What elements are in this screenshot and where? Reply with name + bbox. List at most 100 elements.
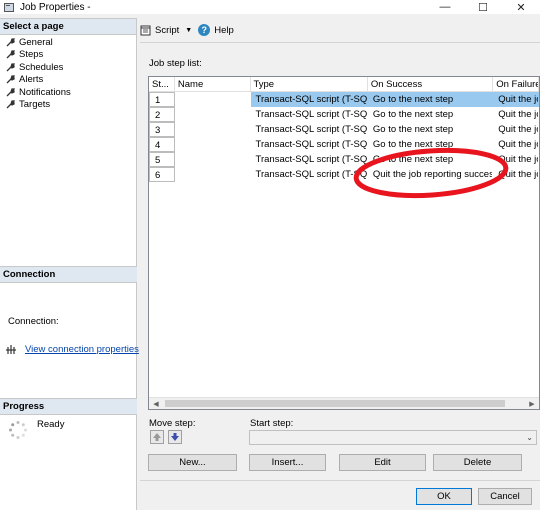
scroll-left-icon[interactable]: ◀ xyxy=(149,398,163,409)
connection-header: Connection xyxy=(0,266,137,283)
page-item-schedules[interactable]: Schedules xyxy=(6,61,136,74)
move-step-up-button[interactable] xyxy=(150,430,164,444)
type-cell: Transact-SQL script (T-SQL) xyxy=(255,124,368,135)
page-item-label: Alerts xyxy=(19,74,44,86)
on-success-cell: Go to the next step xyxy=(372,154,454,165)
table-row[interactable]: 3 Transact-SQL script (T-SQL) Go to the ne… xyxy=(149,122,539,137)
select-page-header: Select a page xyxy=(0,18,136,35)
grid-header: St... Name Type On Success On Failure xyxy=(149,77,539,92)
horizontal-scrollbar[interactable]: ◀ ▶ xyxy=(149,397,539,409)
grid-body: 1 Transact-SQL script (T-SQL) Go to the ne… xyxy=(149,92,539,182)
wrench-icon xyxy=(6,75,16,84)
on-failure-cell: Quit the job xyxy=(498,109,538,120)
on-success-cell: Go to the next step xyxy=(372,109,454,120)
on-success-cell: Go to the next step xyxy=(372,139,454,150)
page-item-notifications[interactable]: Notifications xyxy=(6,86,136,99)
page-item-label: Notifications xyxy=(19,86,71,98)
maximize-button[interactable]: ☐ xyxy=(464,0,502,14)
connection-section: Connection xyxy=(0,266,137,283)
step-cell: 5 xyxy=(149,152,175,167)
edit-step-button[interactable]: Edit xyxy=(339,454,426,471)
scroll-right-icon[interactable]: ▶ xyxy=(525,398,539,409)
name-cell xyxy=(175,137,251,152)
progress-spinner-icon xyxy=(9,421,27,439)
help-icon: ? xyxy=(198,24,211,36)
start-step-select[interactable]: ⌄ xyxy=(249,430,537,445)
table-row[interactable]: 1 Transact-SQL script (T-SQL) Go to the ne… xyxy=(149,92,539,107)
script-button[interactable]: Script ▼ xyxy=(140,25,192,36)
connection-link-row: View connection properties xyxy=(6,344,139,355)
on-failure-cell: Quit the job xyxy=(493,92,539,107)
wrench-icon xyxy=(6,50,16,59)
app-icon xyxy=(4,2,14,12)
ok-button[interactable]: OK xyxy=(416,488,472,505)
view-connection-properties-link[interactable]: View connection properties xyxy=(25,344,139,355)
chevron-down-icon[interactable]: ▼ xyxy=(185,27,192,34)
table-row[interactable]: 2 Transact-SQL script (T-SQL) Go to the ne… xyxy=(149,107,539,122)
arrow-up-icon xyxy=(153,433,161,441)
name-cell xyxy=(175,152,251,167)
column-header-type[interactable]: Type xyxy=(251,77,368,91)
name-cell xyxy=(174,92,251,107)
toolbar-divider xyxy=(140,42,540,43)
on-failure-cell: Quit the job xyxy=(498,124,538,135)
close-button[interactable]: ✕ xyxy=(502,0,540,14)
on-failure-cell: Quit the job xyxy=(498,169,538,180)
script-icon xyxy=(140,25,151,35)
scroll-thumb[interactable] xyxy=(165,400,505,407)
type-cell: Transact-SQL script (T-SQL) xyxy=(255,109,368,120)
window-title: Job Properties - xyxy=(20,1,91,13)
progress-section: Progress xyxy=(0,398,137,415)
type-cell: Transact-SQL script (T-SQL) xyxy=(255,169,368,180)
name-cell xyxy=(175,167,251,182)
connection-label: Connection: xyxy=(8,316,59,327)
footer-divider xyxy=(140,480,540,481)
arrow-down-icon xyxy=(171,433,179,441)
column-header-on-success[interactable]: On Success xyxy=(368,77,494,91)
on-failure-cell: Quit the job xyxy=(498,139,538,150)
page-item-alerts[interactable]: Alerts xyxy=(6,74,136,87)
page-list: General Steps Schedules Alerts Notifications… xyxy=(0,35,136,111)
wrench-icon xyxy=(6,38,16,47)
title-bar: Job Properties - — ☐ ✕ xyxy=(0,0,540,14)
wrench-icon xyxy=(6,88,16,97)
new-step-button[interactable]: New... xyxy=(148,454,237,471)
table-row[interactable]: 5 Transact-SQL script (T-SQL) Go to the ne… xyxy=(149,152,539,167)
help-button[interactable]: ? Help xyxy=(198,24,234,36)
type-cell: Transact-SQL script (T-SQL) xyxy=(255,154,368,165)
progress-status: Ready xyxy=(37,419,65,430)
column-header-name[interactable]: Name xyxy=(175,77,251,91)
minimize-button[interactable]: — xyxy=(426,0,464,14)
chevron-down-icon: ⌄ xyxy=(526,433,533,442)
step-cell: 4 xyxy=(149,137,175,152)
type-cell: Transact-SQL script (T-SQL) xyxy=(255,139,368,150)
table-row[interactable]: 6 Transact-SQL script (T-SQL) Quit the job… xyxy=(149,167,539,182)
page-item-general[interactable]: General xyxy=(6,36,136,49)
step-cell: 2 xyxy=(149,107,175,122)
on-failure-cell: Quit the job xyxy=(498,154,538,165)
on-success-cell: Quit the job reporting success xyxy=(372,169,494,180)
type-cell: Transact-SQL script (T-SQL) xyxy=(250,92,368,107)
toolbar: Script ▼ ? Help xyxy=(140,22,240,38)
step-cell: 6 xyxy=(149,167,175,182)
column-header-on-failure[interactable]: On Failure xyxy=(493,77,539,91)
insert-step-button[interactable]: Insert... xyxy=(249,454,326,471)
job-step-list-label: Job step list: xyxy=(149,58,202,69)
page-item-targets[interactable]: Targets xyxy=(6,99,136,112)
step-cell: 3 xyxy=(149,122,175,137)
cancel-button[interactable]: Cancel xyxy=(478,488,532,505)
move-step-down-button[interactable] xyxy=(168,430,182,444)
window-controls: — ☐ ✕ xyxy=(426,0,540,14)
name-cell xyxy=(175,107,251,122)
wrench-icon xyxy=(6,63,16,72)
name-cell xyxy=(175,122,251,137)
page-item-label: Steps xyxy=(19,49,44,61)
delete-step-button[interactable]: Delete xyxy=(433,454,522,471)
connection-icon xyxy=(6,345,16,354)
job-step-grid[interactable]: St... Name Type On Success On Failure 1 T… xyxy=(148,76,540,410)
page-item-label: Schedules xyxy=(19,61,64,73)
page-item-steps[interactable]: Steps xyxy=(6,49,136,62)
column-header-step[interactable]: St... xyxy=(149,77,175,91)
table-row[interactable]: 4 Transact-SQL script (T-SQL) Go to the ne… xyxy=(149,137,539,152)
start-step-label: Start step: xyxy=(250,418,294,429)
